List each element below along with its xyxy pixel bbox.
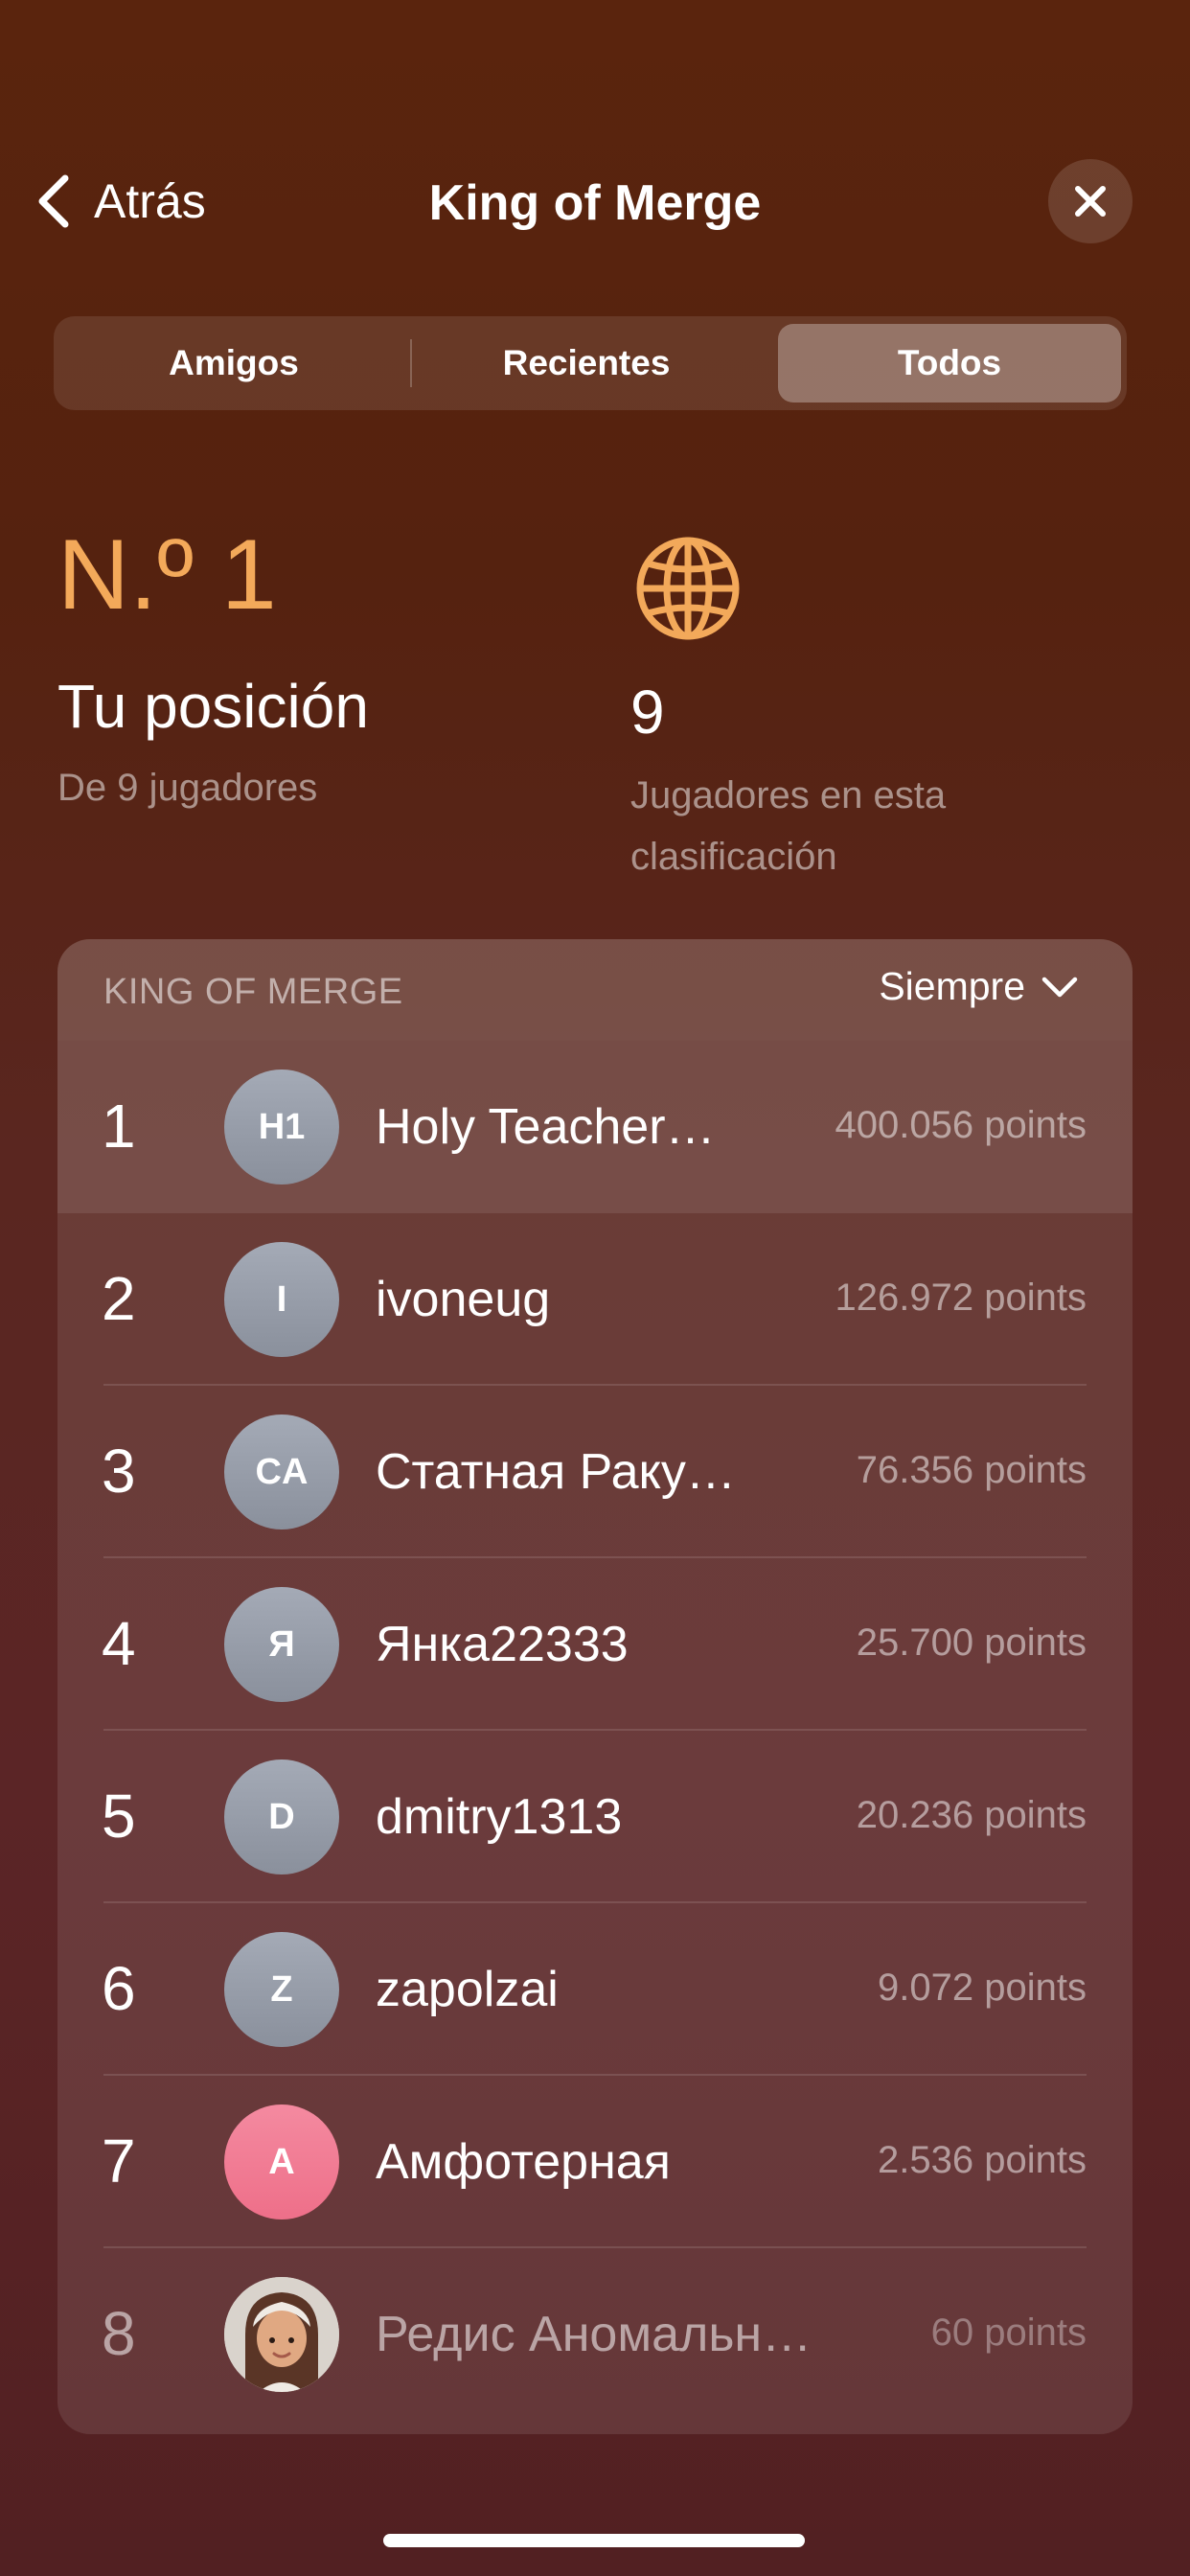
- avatar: H1: [224, 1070, 339, 1184]
- avatar-memoji: [224, 2277, 339, 2392]
- player-points: 9.072 points: [878, 1966, 1087, 2009]
- players-count: 9: [630, 678, 665, 747]
- player-name: ivoneug: [376, 1272, 551, 1327]
- row-rank: 6: [102, 1954, 136, 2023]
- player-points: 2.536 points: [878, 2139, 1087, 2181]
- rank-label: Tu posición: [57, 672, 369, 741]
- players-subtitle: Jugadores en esta clasificación: [630, 774, 947, 878]
- leaderboard-row[interactable]: 8 Редис Аномальн… 60 points: [57, 2248, 1133, 2421]
- player-name: zapolzai: [376, 1962, 559, 2017]
- player-points: 126.972 points: [835, 1276, 1087, 1319]
- leaderboard-row[interactable]: 3 CA Статная Раку… 76.356 points: [57, 1386, 1133, 1558]
- tab-amigos[interactable]: Amigos: [61, 324, 406, 402]
- memoji-avatar-icon: [224, 2277, 339, 2392]
- home-indicator[interactable]: [383, 2534, 805, 2547]
- navigation-bar: Atrás King of Merge: [0, 144, 1190, 259]
- leaderboard-row[interactable]: 2 I ivoneug 126.972 points: [57, 1213, 1133, 1386]
- row-rank: 8: [102, 2299, 136, 2368]
- leaderboard-title: KING OF MERGE: [103, 972, 403, 1012]
- leaderboard-card: KING OF MERGE Siempre 1 H1 Holy Teacher……: [57, 939, 1133, 2434]
- player-name: Статная Раку…: [376, 1444, 736, 1500]
- row-rank: 1: [102, 1092, 136, 1161]
- player-name: Holy Teacher…: [376, 1099, 716, 1155]
- tab-recientes[interactable]: Recientes: [414, 324, 759, 402]
- avatar: CA: [224, 1414, 339, 1530]
- leaderboard-row[interactable]: 6 Z zapolzai 9.072 points: [57, 1903, 1133, 2076]
- leaderboard-row[interactable]: 4 Я Янка22333 25.700 points: [57, 1558, 1133, 1731]
- row-rank: 3: [102, 1437, 136, 1506]
- close-icon: [1075, 186, 1106, 217]
- player-points: 76.356 points: [856, 1449, 1087, 1491]
- avatar: Я: [224, 1587, 339, 1702]
- leaderboard-row[interactable]: 5 D dmitry1313 20.236 points: [57, 1731, 1133, 1903]
- row-rank: 2: [102, 1264, 136, 1333]
- period-dropdown[interactable]: Siempre: [879, 964, 1079, 1009]
- period-label: Siempre: [879, 964, 1025, 1008]
- player-points: 25.700 points: [856, 1622, 1087, 1664]
- player-name: Янка22333: [376, 1617, 629, 1672]
- player-name: dmitry1313: [376, 1789, 623, 1845]
- row-rank: 5: [102, 1782, 136, 1851]
- player-name: Амфотерная: [376, 2134, 671, 2190]
- globe-icon: [636, 537, 740, 640]
- player-rank: N.º 1: [57, 519, 277, 631]
- scope-segmented-control: Amigos Recientes Todos: [54, 316, 1127, 410]
- chevron-down-icon: [1041, 977, 1078, 997]
- close-button[interactable]: [1048, 159, 1133, 243]
- leaderboard-header: KING OF MERGE Siempre: [57, 939, 1133, 1041]
- tab-todos[interactable]: Todos: [778, 324, 1121, 402]
- avatar: A: [224, 2104, 339, 2220]
- row-rank: 7: [102, 2127, 136, 2196]
- avatar: D: [224, 1760, 339, 1874]
- player-points: 20.236 points: [856, 1794, 1087, 1836]
- player-name: Редис Аномальн…: [376, 2307, 812, 2362]
- leaderboard-row[interactable]: 7 A Амфотерная 2.536 points: [57, 2076, 1133, 2248]
- avatar: Z: [224, 1932, 339, 2047]
- segment-divider: [410, 339, 412, 387]
- player-points: 400.056 points: [835, 1104, 1087, 1146]
- row-rank: 4: [102, 1609, 136, 1678]
- player-points: 60 points: [930, 2312, 1087, 2354]
- rank-subtitle: De 9 jugadores: [57, 767, 318, 809]
- leaderboard-row[interactable]: 1 H1 Holy Teacher… 400.056 points: [57, 1041, 1133, 1213]
- page-title: King of Merge: [428, 175, 762, 231]
- avatar: I: [224, 1242, 339, 1357]
